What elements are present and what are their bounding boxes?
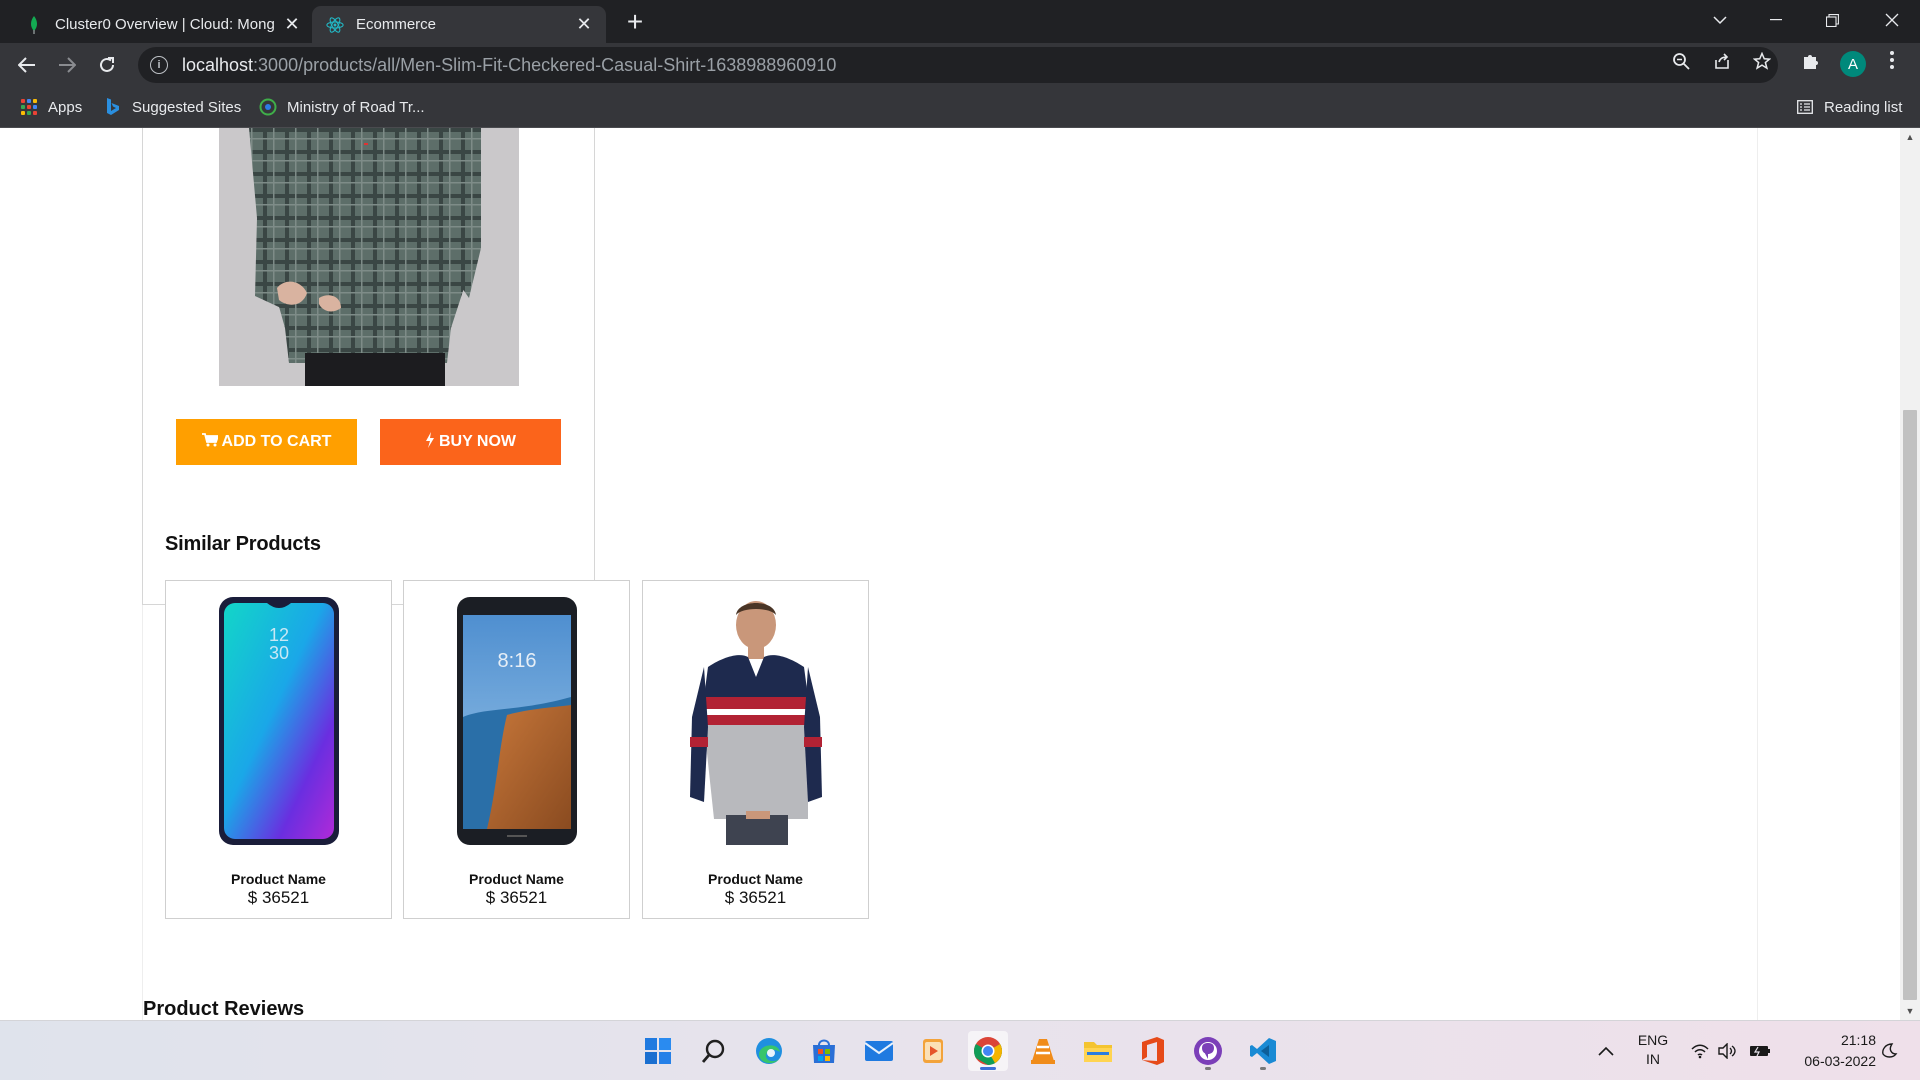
scrollbar-thumb[interactable] [1903,410,1917,1000]
info-icon[interactable]: i [150,56,168,74]
lightning-bolt-icon [425,432,435,452]
microsoft-store-icon[interactable] [804,1031,844,1071]
reload-icon[interactable] [91,49,123,81]
clock[interactable]: 21:18 06-03-2022 [1780,1030,1876,1072]
bookmark-label: Apps [48,98,83,116]
forward-icon[interactable] [51,49,83,81]
product-price: $ 36521 [247,888,310,907]
buy-now-button[interactable]: BUY NOW [380,419,561,465]
tab-mongodb[interactable]: Cluster0 Overview | Cloud: Mong ✕ [11,6,314,43]
product-price: $ 36521 [724,888,787,907]
running-indicator [1205,1067,1211,1070]
github-desktop-icon[interactable] [1188,1031,1228,1071]
add-to-cart-label: ADD TO CART [221,433,332,450]
svg-text:30: 30 [268,643,288,663]
zoom-icon[interactable] [1671,51,1691,71]
language-indicator[interactable]: ENG IN [1635,1031,1671,1069]
extensions-puzzle-icon[interactable] [1799,51,1823,75]
share-icon[interactable] [1712,51,1732,71]
tab-title: Ecommerce [356,16,437,33]
reading-list-label: Reading list [1824,98,1903,116]
tab-title: Cluster0 Overview | Cloud: Mong [55,16,275,33]
svg-text:12: 12 [268,625,288,645]
mongodb-leaf-icon [25,15,43,34]
buy-now-label: BUY NOW [438,433,517,450]
office-icon[interactable] [1133,1031,1173,1071]
language-code: ENG [1637,1032,1669,1048]
reading-list-button[interactable]: Reading list [1796,95,1902,119]
bookmark-label: Suggested Sites [132,98,242,116]
ministry-logo-icon [259,98,277,116]
notifications-icon[interactable] [1874,1031,1904,1071]
close-window-icon[interactable] [1864,0,1920,40]
product-name: Product Name [708,871,803,887]
active-indicator [980,1067,996,1070]
similar-product-card[interactable]: 12 30 Product Name $ 36521 [165,580,392,919]
profile-avatar[interactable]: A [1840,51,1866,77]
vscode-icon[interactable] [1243,1031,1283,1071]
product-thumbnail: 12 30 [218,597,339,850]
bookmark-ministry[interactable]: Ministry of Road Tr... [259,95,425,119]
product-price: $ 36521 [485,888,548,907]
vlc-icon[interactable] [1023,1031,1063,1071]
close-icon[interactable]: ✕ [282,14,302,35]
bookmark-label: Ministry of Road Tr... [287,98,425,116]
page-content: ADD TO CART BUY NOW Similar Products 12 … [0,128,1900,1020]
region-code: IN [1646,1051,1660,1067]
more-menu-icon[interactable] [1882,51,1902,79]
bookmark-apps[interactable]: Apps [20,95,82,119]
chrome-icon[interactable] [968,1031,1008,1071]
browser-toolbar: i localhost:3000/products/all/Men-Slim-F… [0,43,1920,87]
product-thumbnail [685,597,826,850]
svg-text:8:16: 8:16 [497,650,536,672]
windows-taskbar: ENG IN 21:18 06-03-2022 [0,1020,1920,1080]
edge-browser-icon[interactable] [749,1031,789,1071]
new-tab-button[interactable]: + [620,8,650,38]
page-scrollbar[interactable]: ▲ ▼ [1900,128,1920,1020]
similar-product-card[interactable]: 8:16 Product Name $ 36521 [403,580,630,919]
product-thumbnail: 8:16 [456,597,577,850]
tab-search-icon[interactable] [1692,0,1748,40]
url-text: localhost:3000/products/all/Men-Slim-Fit… [182,54,837,75]
browser-titlebar: Cluster0 Overview | Cloud: Mong ✕ Ecomme… [0,0,1920,43]
bookmarks-bar: Apps Suggested Sites Ministry of Road Tr… [0,87,1920,128]
windows-start-icon[interactable] [638,1031,678,1071]
scroll-up-arrow-icon[interactable]: ▲ [1900,128,1920,146]
file-explorer-icon[interactable] [1078,1031,1118,1071]
mail-icon[interactable] [859,1031,899,1071]
add-to-cart-button[interactable]: ADD TO CART [176,419,357,465]
chevron-up-icon[interactable] [1590,1031,1622,1071]
media-player-icon[interactable] [913,1031,953,1071]
similar-products-title: Similar Products [165,533,321,555]
battery-charging-icon[interactable] [1740,1031,1780,1071]
apps-grid-icon [20,98,38,116]
reading-list-icon [1796,98,1814,116]
product-reviews-title: Product Reviews [143,998,305,1020]
clock-time: 21:18 [1840,1032,1876,1048]
bookmark-suggested-sites[interactable]: Suggested Sites [104,95,241,119]
back-icon[interactable] [11,49,43,81]
bing-icon [104,98,122,116]
running-indicator [1260,1067,1266,1070]
search-icon[interactable] [694,1031,734,1071]
address-bar[interactable]: i localhost:3000/products/all/Men-Slim-F… [138,47,1778,83]
clock-date: 06-03-2022 [1804,1053,1876,1069]
close-icon[interactable]: ✕ [574,14,594,35]
bookmark-star-icon[interactable] [1752,51,1772,71]
divider [1757,128,1758,1020]
scroll-down-arrow-icon[interactable]: ▼ [1900,1002,1920,1020]
product-image [219,128,519,386]
minimize-icon[interactable] [1748,0,1804,40]
restore-icon[interactable] [1804,0,1860,40]
similar-product-card[interactable]: Product Name $ 36521 [642,580,869,919]
product-name: Product Name [231,871,326,887]
tab-ecommerce[interactable]: Ecommerce ✕ [312,6,606,43]
react-icon [326,16,344,34]
cart-icon [201,433,219,451]
product-name: Product Name [469,871,564,887]
